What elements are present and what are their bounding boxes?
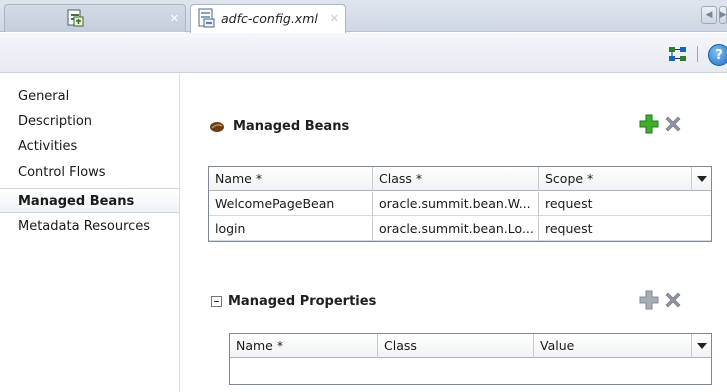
bean-name-cell[interactable]: WelcomePageBean: [209, 192, 373, 216]
collapse-icon[interactable]: [211, 296, 222, 307]
bean-class-cell[interactable]: oracle.summit.bean.W...: [373, 192, 539, 216]
bean-scope-cell[interactable]: request: [539, 217, 691, 241]
close-icon[interactable]: ✕: [170, 12, 179, 25]
tab-adfc-config[interactable]: adfc-config.xml ✕: [190, 4, 346, 33]
nav-item-description[interactable]: Description: [0, 109, 179, 134]
add-property-button[interactable]: [639, 290, 659, 310]
column-menu-icon[interactable]: [691, 334, 711, 358]
delete-bean-button[interactable]: [663, 114, 683, 134]
close-icon[interactable]: ✕: [330, 12, 339, 25]
nav-item-activities[interactable]: Activities: [0, 134, 179, 159]
table-header-row: Name * Class * Scope *: [209, 167, 711, 191]
diagram-toggle-icon[interactable]: [668, 46, 688, 62]
toolbar-separator: [697, 46, 698, 62]
table-row[interactable]: WelcomePageBean oracle.summit.bean.W... …: [209, 192, 711, 216]
managed-beans-panel: Managed Beans Name * Class * Scope * Wel…: [181, 74, 727, 392]
help-icon[interactable]: ?: [708, 44, 727, 66]
nav-item-general[interactable]: General: [0, 84, 179, 109]
managed-beans-header: Managed Beans: [209, 119, 349, 134]
tab-label: adfc-config.xml: [221, 11, 318, 26]
nav-item-control-flows[interactable]: Control Flows: [0, 160, 179, 185]
add-bean-button[interactable]: [639, 114, 659, 134]
column-header-value[interactable]: Value: [534, 334, 691, 358]
managed-properties-header: Managed Properties: [211, 294, 376, 309]
delete-property-button[interactable]: [663, 290, 683, 310]
column-header-name[interactable]: Name *: [230, 334, 378, 358]
bean-scope-cell[interactable]: request: [539, 192, 691, 216]
editor-tab-strip: ✕ adfc-config.xml ✕ ◀ ▶: [0, 0, 727, 33]
column-header-class[interactable]: Class: [378, 334, 534, 358]
editor-toolbar: ?: [0, 33, 727, 73]
managed-beans-table: Name * Class * Scope * WelcomePageBean o…: [208, 166, 712, 242]
table-row[interactable]: login oracle.summit.bean.Lo... request: [209, 217, 711, 241]
column-header-class[interactable]: Class *: [373, 167, 539, 191]
tab-generic-file[interactable]: ✕: [4, 4, 186, 32]
xml-file-icon: [198, 8, 215, 28]
nav-item-managed-beans[interactable]: Managed Beans: [0, 188, 179, 213]
bean-name-cell[interactable]: login: [209, 217, 373, 241]
nav-item-metadata-resources[interactable]: Metadata Resources: [0, 214, 179, 239]
column-menu-icon[interactable]: [691, 167, 711, 191]
tab-navigation: ◀ ▶: [701, 6, 727, 24]
managed-properties-title: Managed Properties: [228, 294, 377, 309]
bean-class-cell[interactable]: oracle.summit.bean.Lo...: [373, 217, 539, 241]
managed-properties-table: Name * Class Value: [229, 333, 712, 385]
coffee-bean-icon: [210, 121, 224, 132]
managed-beans-title: Managed Beans: [233, 119, 350, 134]
overview-navigation: General Description Activities Control F…: [0, 74, 180, 392]
scroll-tabs-right-button[interactable]: ▶: [719, 6, 727, 24]
column-header-name[interactable]: Name *: [209, 167, 373, 191]
table-header-row: Name * Class Value: [230, 334, 711, 358]
generic-file-icon: [67, 9, 84, 27]
column-header-scope[interactable]: Scope *: [539, 167, 691, 191]
scroll-tabs-left-button[interactable]: ◀: [701, 6, 717, 24]
